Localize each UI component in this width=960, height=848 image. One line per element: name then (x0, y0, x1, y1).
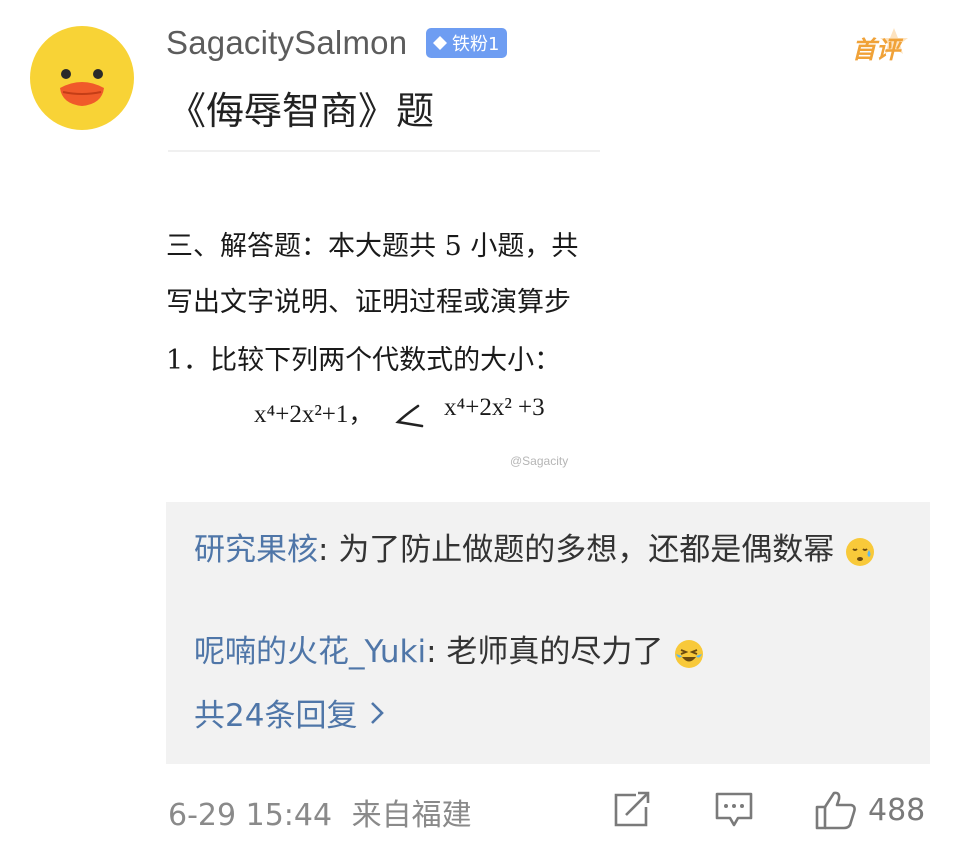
post-meta: 6-29 15:44 来自福建 (168, 790, 472, 834)
image-line-3: 1．比较下列两个代数式的大小： (166, 345, 562, 376)
comment-icon (715, 792, 753, 827)
source-location: 来自福建 (351, 798, 472, 833)
fan-badge[interactable]: 铁粉1 (426, 28, 508, 58)
first-comment-label: 首评 (852, 36, 900, 64)
thumbs-up-icon (815, 791, 856, 830)
sad-sweat-emoji-icon (846, 537, 875, 566)
diamond-icon (433, 36, 447, 50)
comment-button[interactable] (714, 788, 754, 832)
repost-icon (614, 791, 650, 827)
reply-item[interactable]: 呢喃的火花_Yuki: 老师真的尽力了 (194, 628, 894, 676)
expression-left: x⁴+2x²+1， (254, 401, 374, 428)
laugh-cry-emoji-icon (675, 639, 704, 668)
first-comment-badge: 首评 (842, 26, 914, 66)
username[interactable]: SagacitySalmon (166, 24, 407, 62)
image-line-1: 三、解答题：本大题共 5 小题，共 (166, 231, 579, 262)
reply-colon: : (318, 532, 339, 568)
image-divider (168, 150, 600, 152)
fan-badge-label: 铁粉1 (452, 34, 500, 55)
like-count: 488 (868, 792, 926, 828)
post-image[interactable]: 三、解答题：本大题共 5 小题，共 写出文字说明、证明过程或演算步 1．比较下列… (166, 150, 606, 480)
more-replies-label: 共24条回复 (194, 698, 358, 734)
reply-text: 老师真的尽力了 (446, 634, 664, 670)
duck-face-icon (60, 69, 104, 106)
reply-text: 为了防止做题的多想，还都是偶数幂 (338, 532, 835, 568)
timestamp: 6-29 15:44 (168, 798, 333, 833)
reply-author[interactable]: 呢喃的火花_Yuki (194, 634, 426, 670)
replies-box[interactable]: 研究果核: 为了防止做题的多想，还都是偶数幂 呢喃的火花_Yuki: 老师真的尽… (166, 502, 930, 764)
user-avatar[interactable] (30, 26, 134, 130)
image-watermark: @Sagacity (510, 454, 569, 468)
post-text: 《侮辱智商》题 (168, 89, 435, 133)
like-button[interactable]: 488 (814, 788, 925, 832)
expression-right: x⁴+2x² +3 (444, 394, 545, 421)
handwritten-less-than-icon (395, 404, 424, 428)
reply-author[interactable]: 研究果核 (194, 532, 318, 568)
repost-button[interactable] (612, 788, 652, 832)
image-line-2: 写出文字说明、证明过程或演算步 (166, 287, 571, 318)
more-replies-link[interactable]: 共24条回复 (194, 690, 385, 735)
chevron-right-icon (371, 701, 385, 724)
reply-item[interactable]: 研究果核: 为了防止做题的多想，还都是偶数幂 (194, 526, 894, 574)
reply-colon: : (426, 634, 447, 670)
